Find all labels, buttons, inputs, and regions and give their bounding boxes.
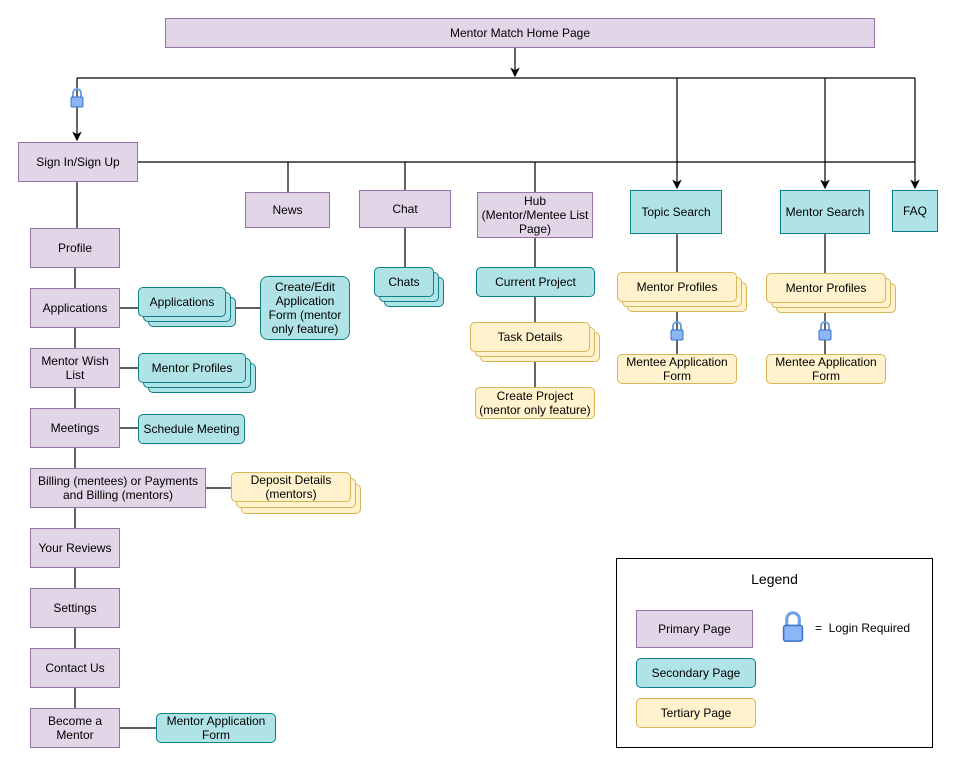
home-page-node: Mentor Match Home Page — [165, 18, 875, 48]
lock-icon — [670, 321, 684, 341]
lock-icon — [70, 88, 84, 108]
deposit-details-node: Deposit Details (mentors) — [231, 472, 351, 502]
legend-primary: Primary Page — [636, 610, 753, 648]
become-mentor-node: Become a Mentor — [30, 708, 120, 748]
schedule-meeting-node: Schedule Meeting — [138, 414, 245, 444]
lock-icon — [818, 321, 832, 341]
lock-icon — [782, 611, 804, 642]
topic-search-node: Topic Search — [630, 190, 722, 234]
legend-lock-label: = Login Required — [815, 621, 911, 635]
signin-node: Sign In/Sign Up — [18, 142, 138, 182]
meetings-node: Meetings — [30, 408, 120, 448]
chat-node: Chat — [359, 190, 451, 228]
create-edit-form-node: Create/Edit Application Form (mentor onl… — [260, 276, 350, 340]
applications-node: Applications — [30, 288, 120, 328]
current-project-node: Current Project — [476, 267, 595, 297]
task-details-node: Task Details — [470, 322, 590, 352]
search-mentee-form-node: Mentee Application Form — [766, 354, 886, 384]
news-node: News — [245, 192, 330, 228]
applications-stack-node: Applications — [138, 287, 226, 317]
billing-node: Billing (mentees) or Payments and Billin… — [30, 468, 206, 508]
chats-node: Chats — [374, 267, 434, 297]
legend-secondary: Secondary Page — [636, 658, 756, 688]
mentor-application-form-node: Mentor Application Form — [156, 713, 276, 743]
legend-tertiary: Tertiary Page — [636, 698, 756, 728]
legend-title: Legend — [751, 571, 798, 587]
topic-mentee-form-node: Mentee Application Form — [617, 354, 737, 384]
faq-node: FAQ — [892, 190, 938, 232]
contact-node: Contact Us — [30, 648, 120, 688]
hub-node: Hub (Mentor/Mentee List Page) — [477, 192, 593, 238]
settings-node: Settings — [30, 588, 120, 628]
wishlist-node: Mentor Wish List — [30, 348, 120, 388]
reviews-node: Your Reviews — [30, 528, 120, 568]
wishlist-profiles-node: Mentor Profiles — [138, 353, 246, 383]
mentor-search-node: Mentor Search — [780, 190, 870, 234]
create-project-node: Create Project (mentor only feature) — [475, 387, 595, 419]
topic-mentor-profiles-node: Mentor Profiles — [617, 272, 737, 302]
search-mentor-profiles-node: Mentor Profiles — [766, 273, 886, 303]
profile-node: Profile — [30, 228, 120, 268]
